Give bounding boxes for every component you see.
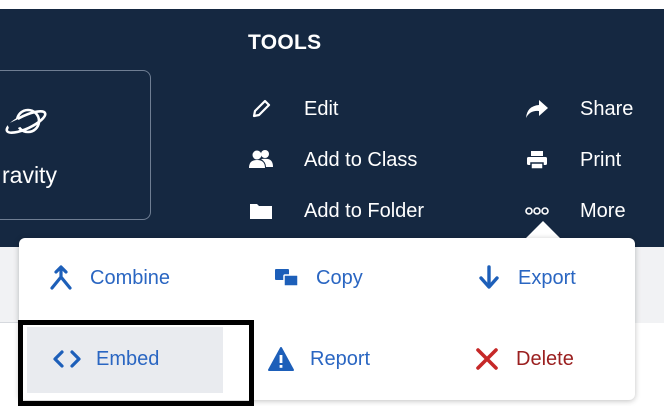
tools-heading: TOOLS	[248, 31, 322, 54]
copy-menu-item[interactable]: Copy	[272, 258, 363, 298]
combine-menu-item[interactable]: Combine	[46, 258, 170, 298]
warning-icon	[266, 344, 296, 374]
more-button[interactable]: More	[524, 196, 626, 226]
pencil-icon	[248, 96, 274, 122]
embed-selection-frame	[18, 320, 254, 406]
print-button[interactable]: Print	[524, 145, 621, 175]
print-label: Print	[580, 148, 622, 171]
x-icon	[472, 344, 502, 374]
add-to-folder-button[interactable]: Add to Folder	[248, 196, 424, 226]
more-dots-icon	[524, 198, 550, 224]
delete-label: Delete	[516, 347, 574, 370]
more-label: More	[580, 199, 626, 222]
share-button[interactable]: Share	[524, 94, 633, 124]
report-menu-item[interactable]: Report	[266, 339, 370, 379]
edit-button[interactable]: Edit	[248, 94, 338, 124]
add-to-class-label: Add to Class	[304, 148, 418, 171]
share-arrow-icon	[524, 96, 550, 122]
copy-icon	[272, 263, 302, 293]
combine-icon	[46, 263, 76, 293]
export-menu-item[interactable]: Export	[474, 258, 576, 298]
export-label: Export	[518, 266, 576, 289]
combine-label: Combine	[90, 266, 171, 289]
divider-line	[0, 322, 20, 323]
study-set-card[interactable]	[0, 70, 151, 220]
edit-label: Edit	[304, 97, 339, 120]
add-to-folder-label: Add to Folder	[304, 199, 425, 222]
add-to-class-button[interactable]: Add to Class	[248, 145, 417, 175]
printer-icon	[524, 147, 550, 173]
page: ravity TOOLS Edit Add to Class Add to Fo…	[0, 0, 664, 406]
copy-label: Copy	[316, 266, 363, 289]
planet-icon	[5, 108, 47, 134]
share-label: Share	[580, 97, 634, 120]
export-arrow-icon	[474, 263, 504, 293]
top-strip	[0, 0, 664, 9]
study-set-title: ravity	[2, 162, 57, 188]
report-label: Report	[310, 347, 371, 370]
users-icon	[248, 147, 274, 173]
delete-menu-item[interactable]: Delete	[472, 339, 574, 379]
folder-icon	[248, 198, 274, 224]
